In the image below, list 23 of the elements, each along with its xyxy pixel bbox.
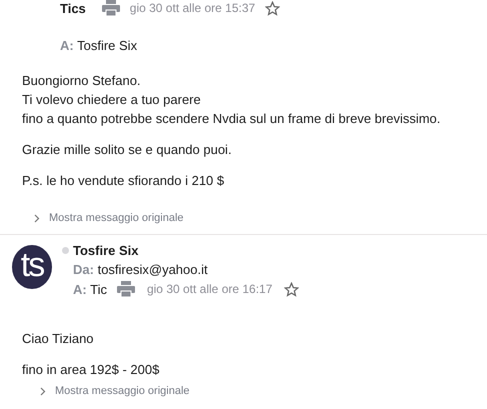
message-text: Ciao Tiziano [22, 331, 95, 346]
chevron-icon [34, 214, 40, 222]
message-text: fino in area 192$ - 200$ [22, 362, 160, 377]
message-text: Buongiorno Stefano. [22, 73, 142, 88]
message-date: gio 30 ott alle ore 16:17 [146, 282, 272, 296]
chevron-icon [40, 386, 46, 396]
message-date: gio 30 ott alle ore 15:37 [130, 1, 256, 15]
star-icon[interactable] [265, 0, 280, 16]
sender-name: Tics [60, 0, 86, 16]
star-icon[interactable] [284, 282, 300, 296]
message-text: P.s. le ho vendute sfiorando i 210 $ [22, 173, 226, 188]
sender-name: Tosfire Six [73, 243, 139, 258]
message-text: Grazie mille solito se e quando puoi. [22, 142, 233, 157]
recipient: A: Tic [73, 282, 107, 296]
show-original-link[interactable]: Mostra messaggio originale [34, 212, 184, 224]
printer-icon[interactable] [102, 0, 120, 16]
show-original-link[interactable]: Mostra messaggio originale [40, 385, 190, 397]
message-text: Ti volevo chiedere a tuo parere [22, 92, 202, 107]
recipient: A: Tosfire Six [60, 38, 138, 53]
avatar: ts [12, 245, 52, 289]
printer-icon[interactable] [116, 281, 135, 297]
message-text: fino a quanto potrebbe scendere Nvdia sul un frame di breve brevissimo. [22, 111, 442, 126]
sender-address: Da: tosfiresix@yahoo.it [73, 262, 209, 277]
